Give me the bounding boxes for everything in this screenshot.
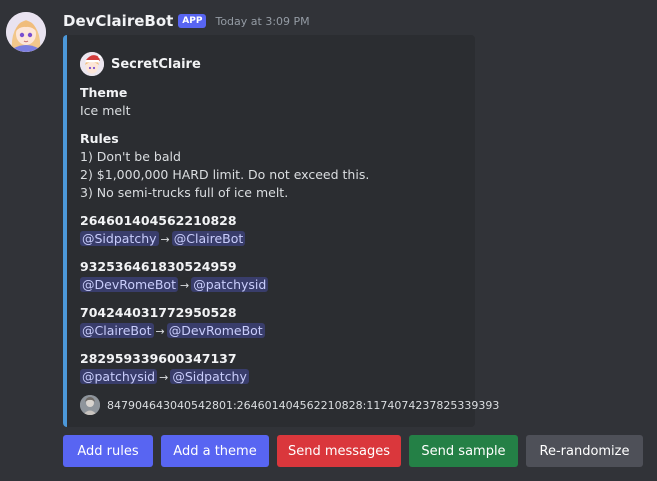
app-badge: APP	[178, 14, 207, 28]
theme-field: Theme Ice melt	[80, 84, 130, 120]
send-messages-button[interactable]: Send messages	[277, 435, 401, 467]
rules-line: 3) No semi-trucks full of ice melt.	[80, 185, 289, 200]
pair-id: 282959339600347137	[80, 351, 237, 366]
timestamp[interactable]: Today at 3:09 PM	[215, 15, 309, 28]
pair-assignment: @DevRomeBot → @patchysid	[80, 276, 269, 295]
embed-author-name: SecretClaire	[111, 56, 201, 72]
embed-footer: 847904643040542801:264601404562210828:11…	[80, 395, 499, 415]
username[interactable]: DevClaireBot	[63, 12, 173, 30]
pair-id: 264601404562210828	[80, 213, 237, 228]
rules-field: Rules 1) Don't be bald 2) $1,000,000 HAR…	[80, 130, 369, 202]
mention-receiver[interactable]: @DevRomeBot	[166, 323, 265, 338]
rules-line: 1) Don't be bald	[80, 149, 181, 164]
rules-line: 2) $1,000,000 HARD limit. Do not exceed …	[80, 167, 370, 182]
message-header: DevClaireBot APP Today at 3:09 PM	[63, 11, 310, 31]
santa-hat-avatar-icon	[80, 52, 104, 76]
theme-field-value: Ice melt	[80, 103, 131, 118]
pair-id: 704244031772950528	[80, 305, 237, 320]
embed-author: SecretClaire	[80, 52, 201, 76]
pair-assignment: @patchysid → @Sidpatchy	[80, 368, 249, 387]
arrow-right-icon: →	[160, 233, 170, 246]
mention-giver[interactable]: @Sidpatchy	[80, 231, 159, 246]
user-avatar-icon	[80, 395, 100, 415]
mention-receiver[interactable]: @Sidpatchy	[170, 369, 249, 384]
pair-field: 932536461830524959 @DevRomeBot → @patchysi…	[80, 258, 269, 295]
mention-giver[interactable]: @DevRomeBot	[80, 277, 178, 292]
arrow-right-icon: →	[179, 279, 190, 292]
rules-field-name: Rules	[80, 131, 119, 146]
pair-assignment: @Sidpatchy → @ClaireBot	[80, 230, 246, 249]
mention-receiver[interactable]: @patchysid	[191, 277, 269, 292]
add-rules-button[interactable]: Add rules	[63, 435, 153, 467]
mention-giver[interactable]: @ClaireBot	[80, 323, 154, 338]
mention-receiver[interactable]: @ClaireBot	[171, 231, 246, 246]
send-sample-button[interactable]: Send sample	[409, 435, 518, 467]
pair-field: 282959339600347137 @patchysid → @Sidpatchy	[80, 350, 249, 387]
rerandomize-button[interactable]: Re-randomize	[526, 435, 643, 467]
arrow-right-icon: →	[155, 325, 165, 338]
add-theme-button[interactable]: Add a theme	[161, 435, 269, 467]
anime-girl-avatar-icon[interactable]	[6, 12, 46, 52]
action-row: Add rules Add a theme Send messages Send…	[63, 435, 643, 467]
mention-giver[interactable]: @patchysid	[80, 369, 158, 384]
pair-field: 264601404562210828 @Sidpatchy → @ClaireBot	[80, 212, 246, 249]
embed-footer-text: 847904643040542801:264601404562210828:11…	[107, 398, 500, 412]
pair-assignment: @ClaireBot → @DevRomeBot	[80, 322, 265, 341]
embed: SecretClaire Theme Ice melt Rules 1) Don…	[63, 35, 499, 427]
theme-field-name: Theme	[80, 85, 128, 100]
pair-id: 932536461830524959	[80, 259, 237, 274]
pair-field: 704244031772950528 @ClaireBot → @DevRomeBo…	[80, 304, 265, 341]
arrow-right-icon: →	[159, 371, 169, 384]
bot-message: DevClaireBot APP Today at 3:09 PM Secret…	[0, 0, 657, 481]
